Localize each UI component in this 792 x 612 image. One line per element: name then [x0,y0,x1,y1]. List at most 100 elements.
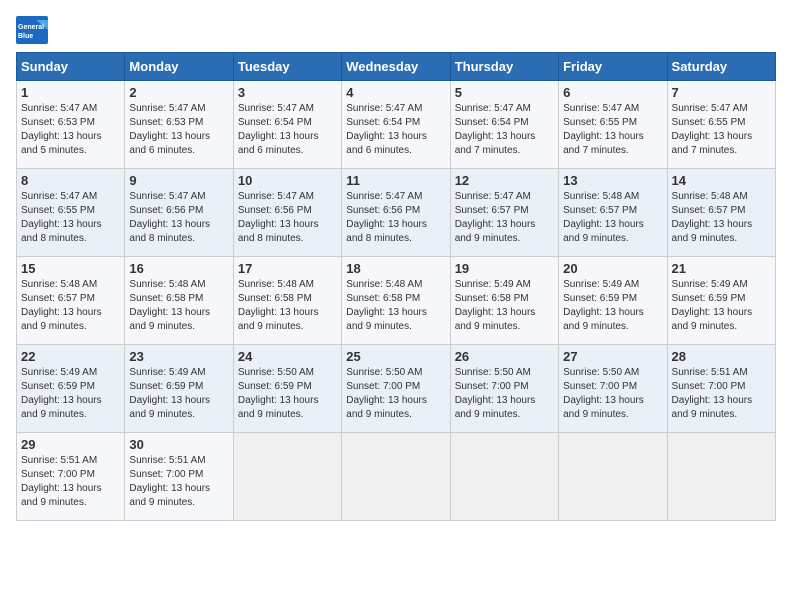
day-info: Sunrise: 5:47 AM Sunset: 6:54 PM Dayligh… [238,102,337,158]
header-cell-thursday: Thursday [450,53,558,81]
calendar-cell: 20 Sunrise: 5:49 AM Sunset: 6:59 PM Dayli… [559,257,667,345]
day-number: 16 [129,261,228,276]
day-info: Sunrise: 5:48 AM Sunset: 6:58 PM Dayligh… [346,278,445,334]
day-number: 22 [21,349,120,364]
day-info: Sunrise: 5:47 AM Sunset: 6:53 PM Dayligh… [21,102,120,158]
calendar-cell [667,433,775,521]
day-number: 13 [563,173,662,188]
calendar-cell: 3 Sunrise: 5:47 AM Sunset: 6:54 PM Daylig… [233,81,341,169]
header-cell-friday: Friday [559,53,667,81]
header-cell-saturday: Saturday [667,53,775,81]
calendar-cell: 18Sunrise: 5:48 AM Sunset: 6:58 PM Dayli… [342,257,450,345]
day-info: Sunrise: 5:50 AM Sunset: 6:59 PM Dayligh… [238,366,337,422]
day-info: Sunrise: 5:49 AM Sunset: 6:59 PM Dayligh… [563,278,662,334]
day-info: Sunrise: 5:48 AM Sunset: 6:57 PM Dayligh… [563,190,662,246]
day-number: 4 [346,85,445,100]
day-info: Sunrise: 5:50 AM Sunset: 7:00 PM Dayligh… [563,366,662,422]
day-number: 27 [563,349,662,364]
day-info: Sunrise: 5:47 AM Sunset: 6:56 PM Dayligh… [238,190,337,246]
day-number: 21 [672,261,771,276]
calendar-cell: 25 Sunrise: 5:50 AM Sunset: 7:00 PM Dayli… [342,345,450,433]
calendar-week-5: 29 Sunrise: 5:51 AM Sunset: 7:00 PM Dayli… [17,433,776,521]
day-number: 14 [672,173,771,188]
day-info: Sunrise: 5:47 AM Sunset: 6:56 PM Dayligh… [129,190,228,246]
calendar-cell: 15 Sunrise: 5:48 AM Sunset: 6:57 PM Dayli… [17,257,125,345]
day-info: Sunrise: 5:50 AM Sunset: 7:00 PM Dayligh… [346,366,445,422]
calendar-cell: 1 Sunrise: 5:47 AM Sunset: 6:53 PM Daylig… [17,81,125,169]
calendar-table: SundayMondayTuesdayWednesdayThursdayFrid… [16,52,776,521]
calendar-cell [559,433,667,521]
header-cell-wednesday: Wednesday [342,53,450,81]
day-info: Sunrise: 5:49 AM Sunset: 6:59 PM Dayligh… [21,366,120,422]
day-number: 7 [672,85,771,100]
calendar-cell: 5Sunrise: 5:47 AM Sunset: 6:54 PM Daylig… [450,81,558,169]
logo: General Blue [16,16,50,44]
calendar-cell: 23 Sunrise: 5:49 AM Sunset: 6:59 PM Dayli… [125,345,233,433]
calendar-cell: 9Sunrise: 5:47 AM Sunset: 6:56 PM Daylig… [125,169,233,257]
day-info: Sunrise: 5:48 AM Sunset: 6:57 PM Dayligh… [21,278,120,334]
header-cell-monday: Monday [125,53,233,81]
day-info: Sunrise: 5:49 AM Sunset: 6:59 PM Dayligh… [129,366,228,422]
calendar-week-4: 22 Sunrise: 5:49 AM Sunset: 6:59 PM Dayli… [17,345,776,433]
day-number: 12 [455,173,554,188]
logo-icon: General Blue [16,16,48,44]
calendar-cell: 30 Sunrise: 5:51 AM Sunset: 7:00 PM Dayli… [125,433,233,521]
day-info: Sunrise: 5:47 AM Sunset: 6:55 PM Dayligh… [563,102,662,158]
day-info: Sunrise: 5:49 AM Sunset: 6:58 PM Dayligh… [455,278,554,334]
day-number: 26 [455,349,554,364]
day-number: 30 [129,437,228,452]
header-cell-tuesday: Tuesday [233,53,341,81]
calendar-cell: 11 Sunrise: 5:47 AM Sunset: 6:56 PM Dayli… [342,169,450,257]
day-number: 28 [672,349,771,364]
calendar-cell: 29 Sunrise: 5:51 AM Sunset: 7:00 PM Dayli… [17,433,125,521]
day-number: 29 [21,437,120,452]
calendar-cell: 7 Sunrise: 5:47 AM Sunset: 6:55 PM Daylig… [667,81,775,169]
calendar-cell: 28 Sunrise: 5:51 AM Sunset: 7:00 PM Dayli… [667,345,775,433]
calendar-week-3: 15 Sunrise: 5:48 AM Sunset: 6:57 PM Dayli… [17,257,776,345]
day-info: Sunrise: 5:48 AM Sunset: 6:58 PM Dayligh… [238,278,337,334]
calendar-cell: 17 Sunrise: 5:48 AM Sunset: 6:58 PM Dayli… [233,257,341,345]
day-info: Sunrise: 5:47 AM Sunset: 6:54 PM Dayligh… [346,102,445,158]
day-number: 11 [346,173,445,188]
calendar-cell: 12 Sunrise: 5:47 AM Sunset: 6:57 PM Dayli… [450,169,558,257]
day-info: Sunrise: 5:48 AM Sunset: 6:57 PM Dayligh… [672,190,771,246]
day-number: 1 [21,85,120,100]
day-number: 3 [238,85,337,100]
day-info: Sunrise: 5:50 AM Sunset: 7:00 PM Dayligh… [455,366,554,422]
calendar-cell: 21 Sunrise: 5:49 AM Sunset: 6:59 PM Dayli… [667,257,775,345]
day-number: 25 [346,349,445,364]
day-number: 15 [21,261,120,276]
calendar-cell: 10 Sunrise: 5:47 AM Sunset: 6:56 PM Dayli… [233,169,341,257]
day-info: Sunrise: 5:51 AM Sunset: 7:00 PM Dayligh… [129,454,228,510]
calendar-week-1: 1 Sunrise: 5:47 AM Sunset: 6:53 PM Daylig… [17,81,776,169]
calendar-cell: 14 Sunrise: 5:48 AM Sunset: 6:57 PM Dayli… [667,169,775,257]
day-number: 2 [129,85,228,100]
calendar-cell: 19Sunrise: 5:49 AM Sunset: 6:58 PM Dayli… [450,257,558,345]
day-number: 24 [238,349,337,364]
header-cell-sunday: Sunday [17,53,125,81]
day-number: 10 [238,173,337,188]
day-info: Sunrise: 5:47 AM Sunset: 6:57 PM Dayligh… [455,190,554,246]
day-number: 8 [21,173,120,188]
day-info: Sunrise: 5:51 AM Sunset: 7:00 PM Dayligh… [21,454,120,510]
day-number: 5 [455,85,554,100]
day-number: 17 [238,261,337,276]
day-number: 20 [563,261,662,276]
day-info: Sunrise: 5:47 AM Sunset: 6:53 PM Dayligh… [129,102,228,158]
calendar-cell: 2 Sunrise: 5:47 AM Sunset: 6:53 PM Daylig… [125,81,233,169]
page-header: General Blue [16,16,776,44]
day-info: Sunrise: 5:47 AM Sunset: 6:56 PM Dayligh… [346,190,445,246]
calendar-cell [450,433,558,521]
day-info: Sunrise: 5:48 AM Sunset: 6:58 PM Dayligh… [129,278,228,334]
day-info: Sunrise: 5:51 AM Sunset: 7:00 PM Dayligh… [672,366,771,422]
calendar-cell: 22 Sunrise: 5:49 AM Sunset: 6:59 PM Dayli… [17,345,125,433]
svg-text:Blue: Blue [18,33,33,40]
calendar-cell: 24 Sunrise: 5:50 AM Sunset: 6:59 PM Dayli… [233,345,341,433]
calendar-cell: 6Sunrise: 5:47 AM Sunset: 6:55 PM Daylig… [559,81,667,169]
day-number: 23 [129,349,228,364]
day-info: Sunrise: 5:49 AM Sunset: 6:59 PM Dayligh… [672,278,771,334]
day-info: Sunrise: 5:47 AM Sunset: 6:55 PM Dayligh… [672,102,771,158]
calendar-cell: 13 Sunrise: 5:48 AM Sunset: 6:57 PM Dayli… [559,169,667,257]
calendar-cell [342,433,450,521]
day-info: Sunrise: 5:47 AM Sunset: 6:55 PM Dayligh… [21,190,120,246]
